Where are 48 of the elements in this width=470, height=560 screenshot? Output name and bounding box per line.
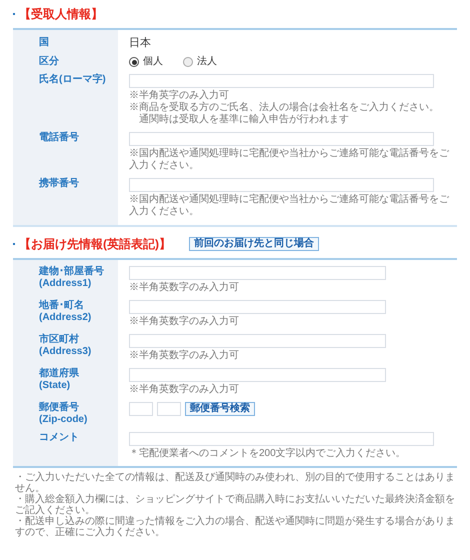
footer-note: ・購入総金額入力欄には、ショッピングサイトで商品購入時にお支払いいただいた最終決済金額をご記入ください。 [15, 494, 456, 516]
field-label: 氏名(ローマ字) [39, 74, 107, 86]
radio-label: 個人 [143, 56, 163, 68]
field-label: 都道府県 [39, 368, 80, 380]
field-label: 区分 [39, 56, 60, 68]
field-sublabel: (Address2) [39, 312, 92, 324]
footer-note: ・ご入力いただいた全ての情報は、配送及び通関時のみ使われ、別の目的で使用することはありません。 [15, 472, 456, 494]
zip-field[interactable] [129, 402, 153, 416]
hint-text: ※半角英数字のみ入力可 [129, 384, 240, 396]
radio-label: 法人 [197, 56, 217, 68]
radio-button[interactable] [183, 57, 193, 67]
hint-text: ＊宅配便業者へのコメントを200文字以内でご入力ください。 [129, 448, 407, 460]
zip-search-button[interactable]: 郵便番号検索 [185, 402, 255, 416]
input-field[interactable] [129, 266, 386, 280]
field-label: コメント [39, 432, 80, 444]
hint-text: ※国内配送や通関処理時に宅配便や当社からご連絡可能な電話番号をご入力ください。 [129, 148, 450, 172]
field-label: 地番･町名 [39, 300, 85, 312]
input-field[interactable] [129, 334, 386, 348]
field-label: 電話番号 [39, 132, 80, 144]
field-label: 市区町村 [39, 334, 80, 346]
input-field[interactable] [129, 74, 434, 88]
hint-text: 通関時は受取人を基準に輸入申告が行われます [138, 114, 350, 126]
input-field[interactable] [129, 178, 434, 192]
hint-text: ※半角英数字のみ入力可 [129, 316, 240, 328]
field-sublabel: (State) [39, 380, 72, 392]
zip-field[interactable] [157, 402, 181, 416]
hint-text: ※国内配送や通関処理時に宅配便や当社からご連絡可能な電話番号をご入力ください。 [129, 194, 450, 218]
field-label: 郵便番号 [39, 402, 80, 414]
hint-text: ※商品を受取る方のご氏名、法人の場合は会社名をご入力ください。 [129, 102, 440, 114]
field-sublabel: (Zip-code) [39, 414, 88, 426]
hint-text: ※半角英字のみ入力可 [129, 90, 230, 102]
field-sublabel: (Address3) [39, 346, 92, 358]
field-label: 携帯番号 [39, 178, 80, 190]
field-sublabel: (Address1) [39, 278, 92, 290]
input-field[interactable] [129, 300, 386, 314]
country-value: 日本 [129, 37, 151, 49]
hint-text: ※半角英数字のみ入力可 [129, 350, 240, 362]
input-field[interactable] [129, 432, 434, 446]
section-title: 【受取人情報】 [19, 6, 103, 22]
hint-text: ※半角英数字のみ入力可 [129, 282, 240, 294]
field-label: 建物･部屋番号 [39, 266, 105, 278]
footer-note: ・配送申し込みの際に間違った情報をご入力の場合、配送や通関時に問題が発生する場合がありますので、正確にご入力ください。 [15, 516, 456, 538]
same-as-previous-button[interactable]: 前回のお届け先と同じ場合 [189, 237, 319, 251]
field-label: 国 [39, 37, 50, 49]
input-field[interactable] [129, 132, 434, 146]
section-title: 【お届け先情報(英語表記)】 [19, 236, 171, 252]
input-field[interactable] [129, 368, 386, 382]
radio-button[interactable] [129, 57, 139, 67]
